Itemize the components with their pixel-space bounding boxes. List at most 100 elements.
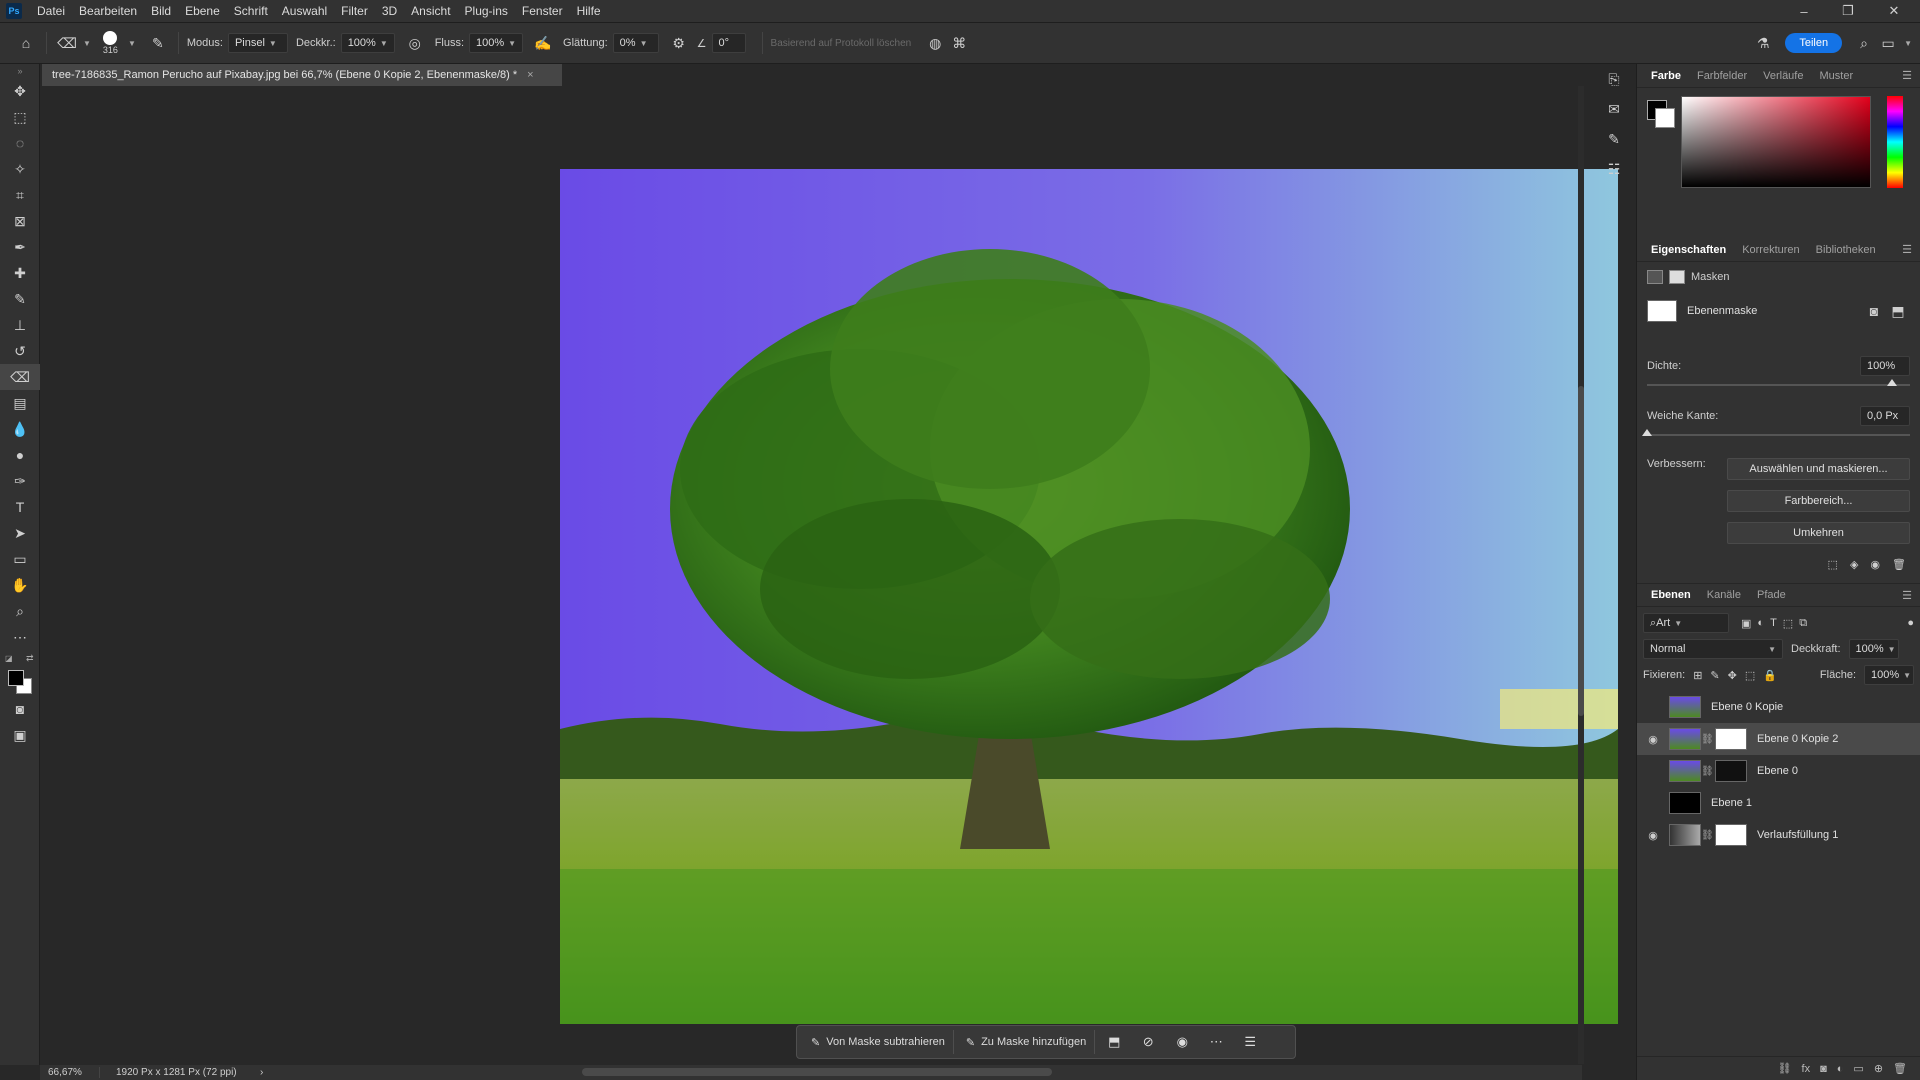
stamp-tool-icon[interactable]: ⊥ [0,312,40,338]
maximize-button[interactable]: ❐ [1828,0,1868,22]
link-icon[interactable]: ⛓ [1701,734,1714,745]
brush-tool-icon[interactable]: ✎ [0,286,40,312]
tab-bibliotheken[interactable]: Bibliotheken [1808,238,1884,262]
chevron-down-icon[interactable]: ▼ [83,39,91,48]
tab-korrekturen[interactable]: Korrekturen [1734,238,1807,262]
lock-position-icon[interactable]: ✥ [1728,669,1737,682]
status-arrow-icon[interactable]: › [260,1067,263,1078]
menu-bearbeiten[interactable]: Bearbeiten [72,0,144,22]
mask-icon[interactable]: ◙ [1862,299,1886,323]
subtract-from-mask-button[interactable]: ✎ Von Maske subtrahieren [803,1030,954,1054]
filter-toggle-icon[interactable]: ● [1907,617,1914,629]
frame-tool-icon[interactable]: ⊠ [0,208,40,234]
add-mask-icon[interactable]: ◙ [1820,1063,1827,1075]
home-icon[interactable]: ⌂ [14,31,38,55]
eraser-tool-preset-icon[interactable]: ⌫ [55,31,79,55]
layer-row-verlaufsfuellung-1[interactable]: ◉ ⛓ Verlaufsfüllung 1 [1637,819,1920,851]
minimize-button[interactable]: – [1784,0,1824,22]
layer-row-ebene-0-kopie-2[interactable]: ◉ ⛓ Ebene 0 Kopie 2 [1637,723,1920,755]
blend-mode-select[interactable]: Normal ▼ [1643,639,1783,659]
settings-sliders-icon[interactable]: ☰ [1235,1030,1265,1054]
scrollbar-thumb[interactable] [1578,386,1584,716]
tab-kanaele[interactable]: Kanäle [1699,583,1749,607]
layer-opacity-field[interactable]: 100% ▼ [1848,639,1899,659]
hand-tool-icon[interactable]: ✋ [0,572,40,598]
invert-button[interactable]: Umkehren [1727,522,1910,544]
menu-filter[interactable]: Filter [334,0,375,22]
pressure-size-icon[interactable]: ◍ [923,31,947,55]
layer-row-ebene-1[interactable]: Ebene 1 [1637,787,1920,819]
disable-mask-icon[interactable]: ⊘ [1133,1030,1163,1054]
adjustment-layer-icon[interactable]: ◐ [1837,1063,1844,1075]
document-tab[interactable]: tree-7186835_Ramon Perucho auf Pixabay.j… [42,64,562,86]
more-tools-icon[interactable]: ⋯ [0,624,40,650]
more-icon[interactable]: ⋯ [1201,1030,1231,1054]
eye-icon[interactable]: ◉ [1870,558,1880,571]
eye-icon[interactable]: ◉ [1643,825,1663,845]
airbrush-icon[interactable]: ✍ [531,31,555,55]
visibility-toggle-icon[interactable] [1643,761,1663,781]
color-swatches[interactable]: ◪ ⇄ [0,650,39,696]
vector-mask-icon[interactable] [1669,270,1685,284]
layer-row-ebene-0[interactable]: ⛓ Ebene 0 [1637,755,1920,787]
erase-to-history-checkbox[interactable]: Basierend auf Protokoll löschen [771,38,912,49]
new-layer-icon[interactable]: ⊕ [1874,1062,1883,1075]
symmetry-icon[interactable]: ⌘ [947,31,971,55]
pixel-mask-icon[interactable] [1647,270,1663,284]
close-document-icon[interactable]: × [527,69,533,81]
share-button[interactable]: Teilen [1785,33,1843,53]
layer-mask-thumbnail[interactable] [1715,824,1747,846]
lock-transparent-icon[interactable]: ⊞ [1693,669,1702,682]
panel-menu-icon[interactable]: ☰ [1902,64,1912,88]
menu-ansicht[interactable]: Ansicht [404,0,457,22]
color-field[interactable] [1681,96,1871,188]
trash-icon[interactable]: 🗑 [1892,558,1906,571]
mode-select[interactable]: Pinsel ▼ [227,33,288,53]
eye-icon[interactable]: ◉ [1643,729,1663,749]
default-colors-icon[interactable]: ◪ [5,654,13,663]
zoom-level[interactable]: 66,67% [40,1067,100,1078]
collapse-toolbar-icon[interactable]: » [0,64,40,78]
menu-datei[interactable]: Datei [30,0,72,22]
healing-brush-tool-icon[interactable]: ✚ [0,260,40,286]
document-image[interactable] [560,169,1618,1024]
link-layers-icon[interactable]: ⛓ [1778,1062,1792,1075]
menu-auswahl[interactable]: Auswahl [275,0,334,22]
filter-pixel-icon[interactable]: ▣ [1741,617,1751,630]
crop-tool-icon[interactable]: ⌗ [0,182,40,208]
smoothing-field[interactable]: 0% ▼ [612,33,659,53]
feather-field[interactable]: 0,0 Px [1860,406,1910,426]
filter-smart-object-icon[interactable]: ⧉ [1799,617,1807,630]
angle-field[interactable]: 0° [711,33,746,53]
history-brush-tool-icon[interactable]: ↺ [0,338,40,364]
panel-menu-icon[interactable]: ☰ [1902,238,1912,262]
path-selection-tool-icon[interactable]: ➤ [0,520,40,546]
menu-plugins[interactable]: Plug-ins [458,0,515,22]
foreground-color-swatch[interactable] [8,670,24,686]
vector-mask-add-icon[interactable]: ⬒ [1886,299,1910,323]
brush-settings-icon[interactable]: ✎ [146,31,170,55]
fx-icon[interactable]: fx [1802,1063,1811,1075]
gear-icon[interactable]: ⚙ [667,31,691,55]
horizontal-scrollbar-thumb[interactable] [582,1068,1052,1076]
brush-panel-icon[interactable]: ✎ [1600,124,1628,154]
fill-field[interactable]: 100% ▼ [1864,665,1914,685]
chevron-down-icon[interactable]: ▼ [128,39,136,48]
visibility-toggle-icon[interactable] [1643,793,1663,813]
menu-hilfe[interactable]: Hilfe [570,0,608,22]
tab-verlaeufe[interactable]: Verläufe [1755,64,1811,88]
background-color-swatch[interactable] [1655,108,1675,128]
flow-field[interactable]: 100% ▼ [469,33,524,53]
swap-colors-icon[interactable]: ⇄ [26,653,34,664]
rectangle-tool-icon[interactable]: ▭ [0,546,40,572]
canvas-area[interactable] [42,86,1618,1064]
eye-icon[interactable]: ◉ [1167,1030,1197,1054]
link-icon[interactable]: ⛓ [1701,830,1714,841]
panel-menu-icon[interactable]: ☰ [1902,584,1912,608]
opacity-field[interactable]: 100% ▼ [340,33,395,53]
density-slider-knob[interactable] [1887,379,1897,386]
density-slider[interactable] [1647,379,1910,386]
comments-panel-icon[interactable]: ✉ [1600,94,1628,124]
filter-adjustment-icon[interactable]: ◐ [1757,617,1764,629]
gradient-tool-icon[interactable]: ▤ [0,390,40,416]
